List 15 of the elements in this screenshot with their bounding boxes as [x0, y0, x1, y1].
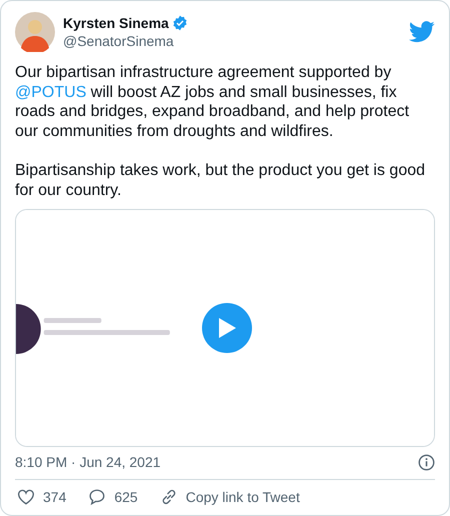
- reply-button[interactable]: 625: [88, 488, 138, 506]
- author-handle[interactable]: @SenatorSinema: [63, 33, 401, 49]
- heart-icon[interactable]: [17, 488, 35, 506]
- play-icon: [217, 317, 237, 340]
- like-button[interactable]: 374: [17, 488, 66, 506]
- avatar[interactable]: [15, 12, 55, 52]
- tweet-text: Bipartisanship takes work, but the product you get is good for our country.: [15, 160, 426, 200]
- link-icon[interactable]: [160, 488, 178, 506]
- author-name[interactable]: Kyrsten Sinema: [63, 15, 169, 31]
- tweet-text: Our bipartisan infrastructure agreement supported by @POTUS will boost AZ jobs and small businesses, fix roads and bridges, expand broadband, and help protect our communities from droughts and wildfires.: [15, 63, 410, 142]
- bird-icon[interactable]: [409, 21, 435, 43]
- speech-bubble-icon[interactable]: [88, 488, 106, 506]
- info-icon[interactable]: [418, 454, 435, 471]
- timestamp[interactable]: 8:10 PM · Jun 24, 2021: [15, 454, 161, 470]
- copy-link-button[interactable]: Copy link to Tweet: [160, 488, 300, 506]
